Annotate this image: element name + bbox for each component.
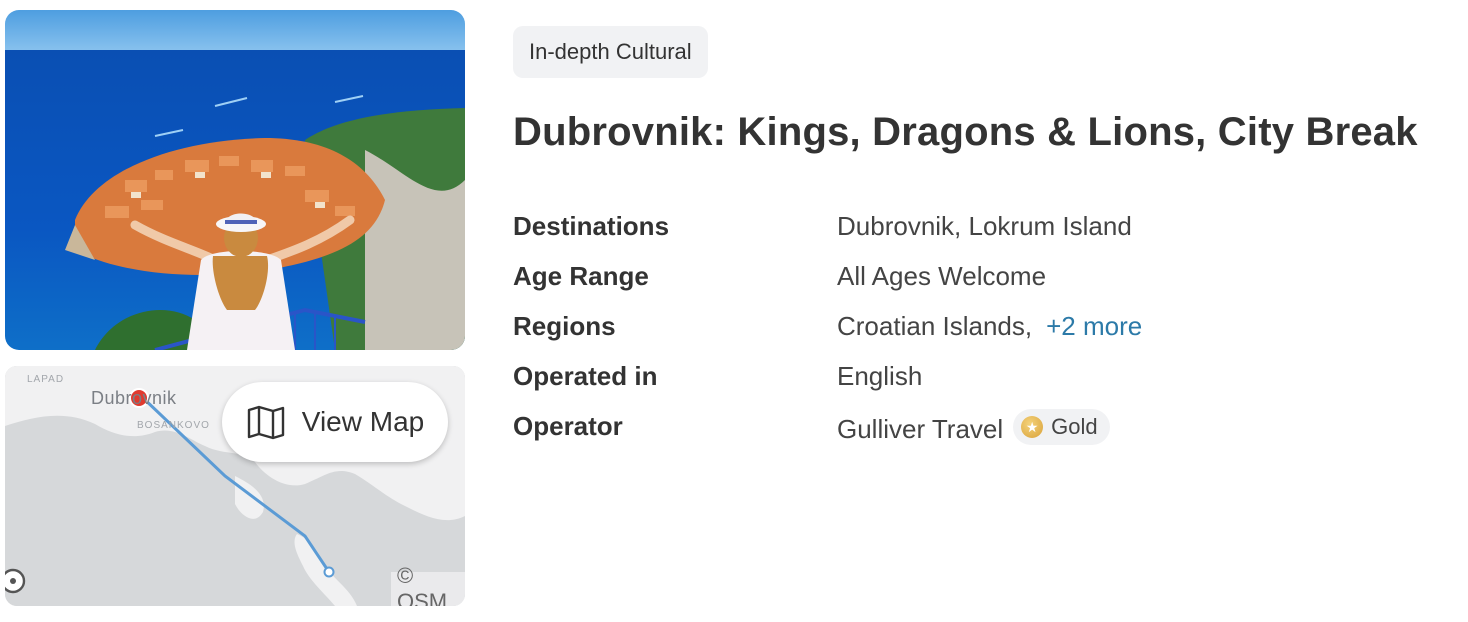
- operated-in-label: Operated in: [513, 361, 658, 391]
- tour-style-tag[interactable]: In-depth Cultural: [513, 26, 708, 78]
- regions-label: Regions: [513, 311, 616, 341]
- view-map-label: View Map: [301, 406, 425, 437]
- operator-label: Operator: [513, 411, 623, 441]
- hero-photo: [5, 10, 465, 350]
- regions-value-group: Croatian Islands, +2 more: [837, 311, 1142, 342]
- operated-in-value: English: [837, 361, 923, 391]
- tour-title: Dubrovnik: Kings, Dragons & Lions, City …: [513, 110, 1418, 154]
- map-district-label: LAPAD: [27, 374, 65, 385]
- regions-more-link[interactable]: +2 more: [1046, 311, 1142, 342]
- compass-icon[interactable]: [5, 567, 27, 600]
- destinations-label: Destinations: [513, 211, 670, 241]
- regions-value: Croatian Islands,: [837, 311, 1033, 341]
- tour-details-list: Destinations Dubrovnik, Lokrum Island Ag…: [513, 206, 1413, 456]
- map-city-label: Dubrovnik: [91, 388, 177, 408]
- view-map-button[interactable]: View Map: [222, 382, 448, 462]
- map-street-label: BOSANKOVO: [137, 420, 210, 431]
- detail-row-age-range: Age Range All Ages Welcome: [513, 256, 1413, 306]
- operator-badge-label: Gold: [1051, 414, 1098, 439]
- map-attribution[interactable]: © OSM: [391, 563, 465, 606]
- tour-hero-image[interactable]: [5, 10, 465, 350]
- detail-row-regions: Regions Croatian Islands, +2 more: [513, 306, 1413, 356]
- detail-row-operator: Operator Gulliver Travel ★ Gold: [513, 406, 1413, 456]
- map-preview[interactable]: LAPAD Dubrovnik BOSANKOVO View Map © OSM: [5, 366, 465, 606]
- destinations-value: Dubrovnik, Lokrum Island: [837, 211, 1132, 241]
- operator-value-group: Gulliver Travel ★ Gold: [837, 409, 1110, 447]
- operator-gold-badge[interactable]: ★ Gold: [1013, 409, 1110, 445]
- operator-value: Gulliver Travel: [837, 413, 1004, 444]
- age-range-value: All Ages Welcome: [837, 261, 1047, 291]
- detail-row-destinations: Destinations Dubrovnik, Lokrum Island: [513, 206, 1413, 256]
- detail-row-operated-in: Operated in English: [513, 356, 1413, 406]
- star-coin-icon: ★: [1021, 416, 1044, 438]
- age-range-label: Age Range: [513, 261, 649, 291]
- map-icon: [247, 405, 284, 440]
